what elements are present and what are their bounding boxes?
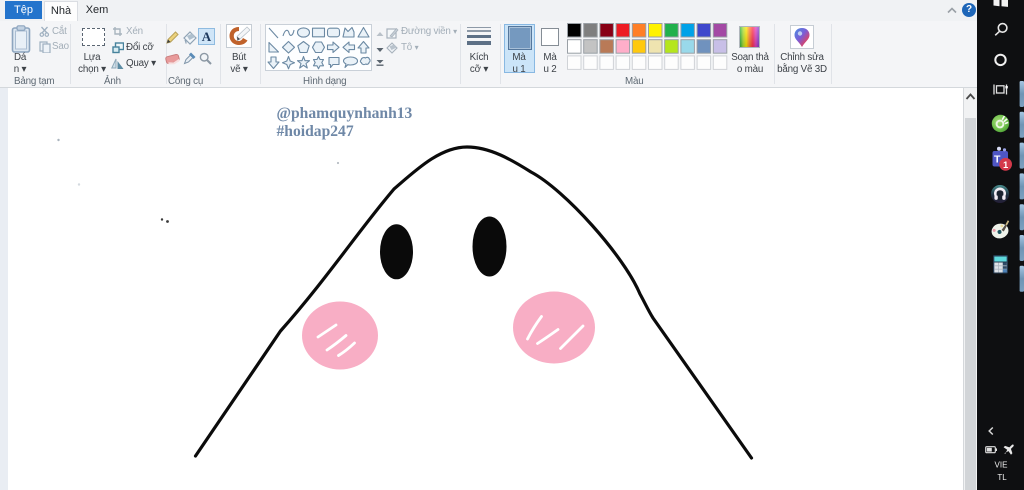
svg-text:TL: TL (997, 473, 1007, 482)
svg-text:1: 1 (1003, 160, 1009, 171)
svg-text:VIE: VIE (995, 461, 1008, 470)
